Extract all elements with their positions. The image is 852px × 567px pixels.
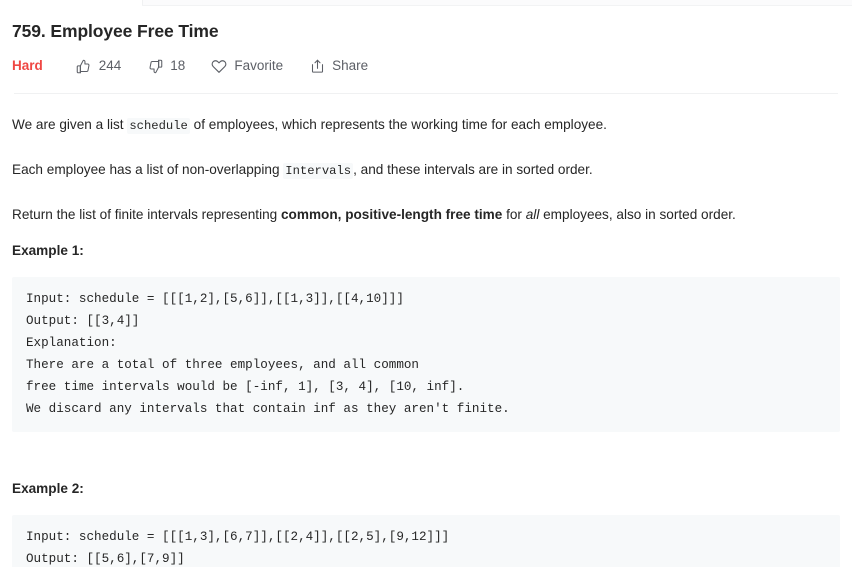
problem-description: We are given a list schedule of employee… [12, 115, 840, 225]
favorite-label: Favorite [234, 58, 284, 73]
dislike-button[interactable]: 18 [147, 55, 185, 77]
favorite-button[interactable]: Favorite [211, 55, 283, 77]
problem-description-page: 759. Employee Free Time Hard 244 18 Favo… [0, 0, 852, 567]
para2-after: , and these intervals are in sorted orde… [353, 162, 593, 177]
share-label: Share [332, 58, 369, 73]
like-button[interactable]: 244 [76, 55, 122, 77]
example-1-heading: Example 1: [12, 243, 84, 258]
share-icon [309, 58, 325, 74]
content-area: 759. Employee Free Time Hard 244 18 Favo… [0, 6, 852, 567]
para3-before: Return the list of finite intervals repr… [12, 207, 281, 222]
para3-bold-phrase: common, positive-length free time [281, 207, 503, 222]
description-paragraph-3: Return the list of finite intervals repr… [12, 205, 840, 225]
para1-before: We are given a list [12, 117, 128, 132]
inline-code-schedule: schedule [127, 118, 190, 134]
like-count: 244 [98, 58, 122, 73]
description-paragraph-2: Each employee has a list of non-overlapp… [12, 160, 840, 181]
share-button[interactable]: Share [309, 55, 368, 77]
example-2-heading: Example 2: [12, 481, 84, 496]
para3-italic-word: all [525, 207, 540, 222]
header-divider [14, 93, 838, 94]
inline-code-intervals: Intervals [283, 163, 354, 179]
action-bar: Hard 244 18 Favorite Share [12, 55, 840, 77]
dislike-count: 18 [170, 58, 186, 73]
thumbs-down-icon [147, 58, 163, 74]
heart-icon [211, 58, 227, 74]
para3-middle: for [502, 207, 526, 222]
description-paragraph-1: We are given a list schedule of employee… [12, 115, 840, 136]
thumbs-up-icon [76, 58, 92, 74]
para1-after: of employees, which represents the worki… [189, 117, 607, 132]
page-title: 759. Employee Free Time [12, 21, 219, 41]
para3-after: employees, also in sorted order. [539, 207, 736, 222]
difficulty-badge: Hard [12, 58, 43, 73]
para2-before: Each employee has a list of non-overlapp… [12, 162, 284, 177]
example-1-code-block: Input: schedule = [[[1,2],[5,6]],[[1,3]]… [12, 277, 840, 432]
example-2-code-block: Input: schedule = [[[1,3],[6,7]],[[2,4]]… [12, 515, 840, 567]
